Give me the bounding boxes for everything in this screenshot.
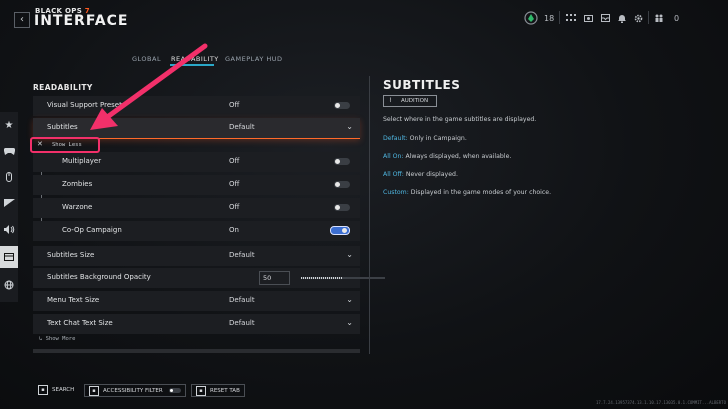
inbox-icon[interactable] [601,10,610,26]
detail-intro: Select where in the game subtitles are d… [383,116,537,123]
rail-network-icon[interactable] [0,274,18,296]
setting-subtitles-size[interactable]: Subtitles Size Default ⌄ [33,246,360,266]
toggle-switch[interactable] [334,102,350,109]
detail-option-all-on: All On: Always displayed, when available… [383,153,512,160]
keybind-icon: ▪ [89,385,99,396]
rail-favorites-star-icon[interactable]: ★ [0,114,18,136]
search-button[interactable]: ▪ SEARCH [38,384,74,395]
expand-icon: ↳ [39,336,46,342]
setting-text-chat-text-size[interactable]: Text Chat Text Size Default ⌄ [33,314,360,334]
toggle-switch[interactable] [334,204,350,211]
divider [559,11,560,24]
toggle-switch[interactable] [334,158,350,165]
setting-subtitles-zombies[interactable]: Zombies Off [33,175,360,195]
panel-divider [369,76,370,354]
accessibility-filter-toggle[interactable] [168,388,181,393]
rail-audio-speaker-icon[interactable] [0,218,18,240]
page-title: INTERFACE [34,13,129,29]
panel-bottom-edge [33,349,360,353]
opacity-slider[interactable] [301,277,385,279]
chevron-down-icon: ⌄ [346,295,353,304]
setting-subtitles-coop-campaign[interactable]: Co-Op Campaign On [33,221,360,241]
back-icon: ‹ [20,14,24,25]
opacity-value-field[interactable]: 50 [259,271,290,285]
rail-mouse-icon[interactable] [0,166,18,188]
setting-menu-text-size[interactable]: Menu Text Size Default ⌄ [33,291,360,311]
chevron-down-icon: ⌄ [346,250,353,259]
currency-count: 0 [674,13,680,23]
tab-gameplay-hud[interactable]: GAMEPLAY HUD [225,55,283,63]
accessibility-filter-button[interactable]: ▪ ACCESSIBILITY FILTER [84,384,186,397]
settings-gear-icon[interactable] [634,10,643,26]
divider [648,11,649,24]
keybind-icon: ▪ [38,384,48,395]
reset-tab-button[interactable]: ▪ RESET TAB [191,384,245,397]
audition-button[interactable]: ⌇ AUDITION [383,95,437,107]
ear-icon: ⌇ [389,97,392,104]
rail-interface-icon[interactable] [0,246,18,268]
party-icon[interactable] [655,10,663,26]
annotation-arrow [90,43,208,130]
rail-graphics-icon[interactable] [0,192,18,214]
setting-subtitles-multiplayer[interactable]: Multiplayer Off [33,152,360,172]
detail-option-custom: Custom: Displayed in the game modes of y… [383,189,552,196]
toggle-switch[interactable] [334,181,350,188]
keybind-icon: ▪ [196,385,206,396]
toggle-switch-on[interactable] [330,226,350,235]
back-button[interactable]: ‹ [14,12,30,28]
chevron-down-icon: ⌄ [346,122,353,131]
setting-subtitles-background-opacity[interactable]: Subtitles Background Opacity 50 [33,268,385,288]
rail-controller-icon[interactable] [0,140,18,162]
camera-icon[interactable] [584,10,593,26]
opacity-slider-fill [301,277,343,279]
detail-title: SUBTITLES [383,78,461,92]
build-version: 17.7.24.13957374.13.1.10.17.13035.0.1.CO… [595,400,726,405]
setting-subtitles-warzone[interactable]: Warzone Off [33,198,360,218]
detail-option-default: Default: Only in Campaign. [383,135,467,142]
prestige-emblem-icon [524,10,538,26]
player-level: 18 [544,13,555,23]
detail-option-all-off: All Off: Never displayed. [383,171,458,178]
notification-bell-icon[interactable] [618,10,626,26]
grid-icon[interactable] [566,10,576,26]
chevron-down-icon: ⌄ [346,318,353,327]
show-more-button[interactable]: ↳ Show More [39,336,75,342]
